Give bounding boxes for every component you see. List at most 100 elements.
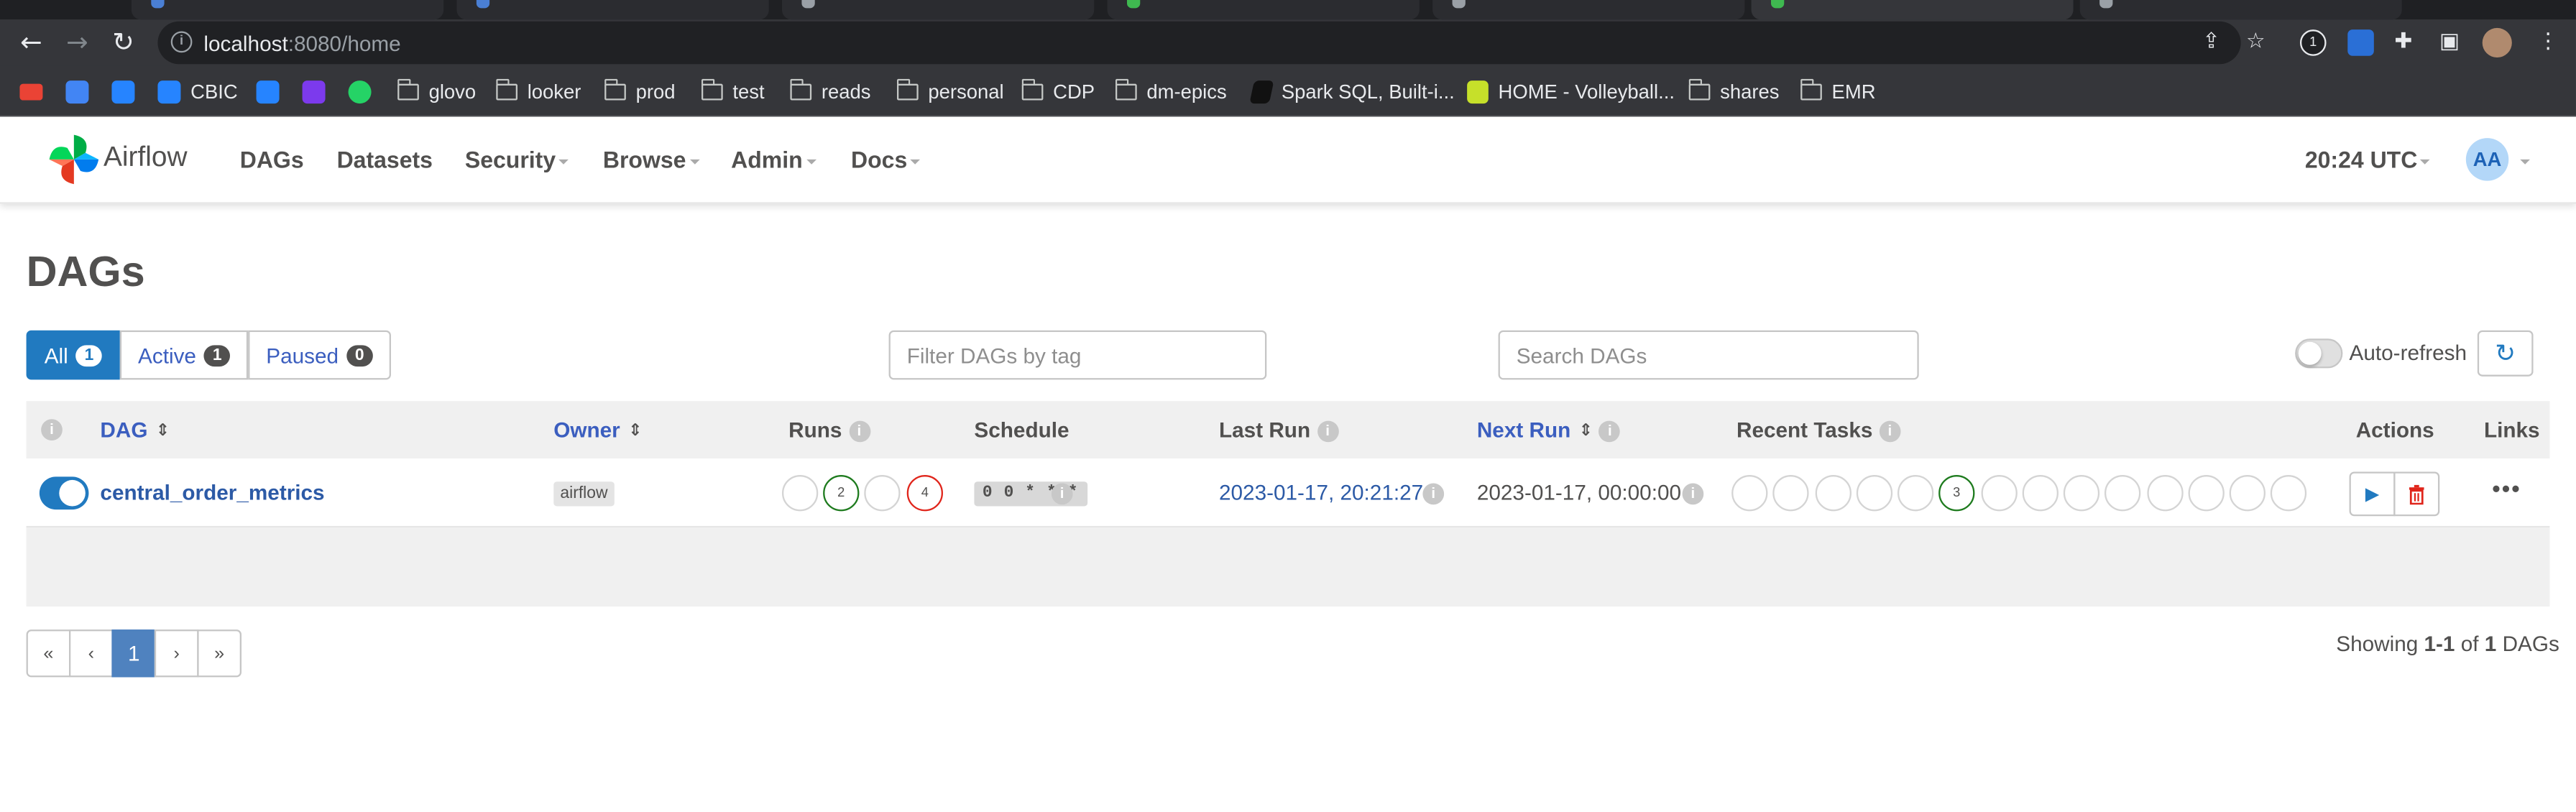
bookmark-folder-emr[interactable]: EMR xyxy=(1800,78,1876,103)
server-time[interactable]: 20:24 UTC xyxy=(2305,147,2431,172)
task-state-queued[interactable] xyxy=(1815,475,1852,512)
airflow-pinwheel-logo-icon[interactable] xyxy=(46,132,102,188)
page-prev-button[interactable]: ‹ xyxy=(68,629,114,678)
run-state-success[interactable]: 2 xyxy=(823,475,860,512)
nav-admin[interactable]: Admin xyxy=(731,147,816,172)
site-info-icon[interactable]: i xyxy=(170,31,193,53)
nav-docs[interactable]: Docs xyxy=(851,147,921,172)
browser-tab[interactable] xyxy=(1432,0,1745,20)
address-url[interactable]: localhost:8080/home xyxy=(203,31,400,55)
airflow-brand[interactable]: Airflow xyxy=(104,142,188,175)
bookmark-volleyball[interactable]: HOME - Volleyball... xyxy=(1467,79,1675,103)
chrome-menu-icon[interactable]: ⋮ xyxy=(2536,30,2559,54)
extension-bitwarden-icon[interactable] xyxy=(2347,29,2374,56)
browser-tab[interactable] xyxy=(781,0,1095,20)
filter-active-button[interactable]: Active 1 xyxy=(119,330,249,380)
last-run-link[interactable]: 2023-01-17, 20:21:27 xyxy=(1219,480,1423,504)
filter-all-button[interactable]: All 1 xyxy=(26,330,120,380)
task-state-restarting[interactable] xyxy=(1981,475,2018,512)
dag-pause-toggle[interactable] xyxy=(39,476,89,510)
page-last-button[interactable]: » xyxy=(197,629,242,678)
info-icon[interactable]: i xyxy=(1879,420,1901,443)
refresh-button[interactable]: ↻ xyxy=(2477,330,2534,377)
browser-tab[interactable] xyxy=(2079,0,2402,20)
info-icon[interactable]: i xyxy=(1599,420,1621,443)
bookmark-gmail[interactable] xyxy=(19,79,52,103)
column-header-next-run[interactable]: Next Run ⇕ i xyxy=(1477,417,1621,443)
reload-icon[interactable]: ↻ xyxy=(107,27,140,60)
bookmark-folder-prod[interactable]: prod xyxy=(604,78,675,103)
bookmark-jira[interactable] xyxy=(111,79,144,103)
dag-id-link[interactable]: central_order_metrics xyxy=(100,480,324,504)
bookmark-folder-personal[interactable]: personal xyxy=(896,78,1004,103)
run-state-running[interactable] xyxy=(864,475,901,512)
run-state-queued[interactable] xyxy=(781,475,819,512)
task-state-scheduled[interactable] xyxy=(1772,475,1809,512)
run-state-failed[interactable]: 4 xyxy=(906,475,943,512)
task-state-up-for-reschedule[interactable] xyxy=(2104,475,2141,512)
bookmark-confluence[interactable] xyxy=(256,79,290,103)
page-first-button[interactable]: « xyxy=(26,629,71,678)
info-icon[interactable]: i xyxy=(848,420,870,443)
nav-browse[interactable]: Browse xyxy=(603,147,699,172)
bookmark-spark-sql[interactable]: Spark SQL, Built-i... xyxy=(1249,79,1455,103)
extensions-puzzle-icon[interactable]: ✚ xyxy=(2392,30,2415,54)
page-next-button[interactable]: › xyxy=(154,629,199,678)
address-bar[interactable]: i localhost:8080/home ⇪ xyxy=(157,21,2241,65)
task-state-success[interactable]: 3 xyxy=(1938,475,1975,512)
task-state-removed[interactable] xyxy=(1731,475,1768,512)
delete-dag-button[interactable] xyxy=(2393,471,2440,517)
task-state-deferred[interactable] xyxy=(2229,475,2266,512)
task-state-skipped[interactable] xyxy=(2188,475,2225,512)
trigger-dag-button[interactable]: ▶ xyxy=(2349,471,2396,517)
user-menu-chevron-icon[interactable] xyxy=(2520,159,2530,165)
info-icon[interactable]: i xyxy=(1682,483,1704,505)
auto-refresh-toggle[interactable] xyxy=(2295,338,2343,369)
info-icon[interactable]: i xyxy=(1051,483,1073,505)
share-icon[interactable]: ⇪ xyxy=(2200,30,2223,54)
password-manager-icon[interactable]: 1 xyxy=(2299,29,2327,56)
nav-dags[interactable]: DAGs xyxy=(240,147,304,173)
bookmark-cbic[interactable]: CBIC xyxy=(157,79,238,103)
owner-badge[interactable]: airflow xyxy=(553,481,615,507)
nav-datasets[interactable]: Datasets xyxy=(337,147,433,173)
task-state-failed[interactable] xyxy=(2022,475,2058,512)
filter-paused-button[interactable]: Paused 0 xyxy=(248,330,391,380)
back-icon[interactable]: ← xyxy=(15,27,48,60)
bookmark-folder-test[interactable]: test xyxy=(701,78,765,103)
column-header-owner[interactable]: Owner ⇕ xyxy=(553,417,642,442)
browser-tab[interactable] xyxy=(456,0,769,20)
task-state-up-for-retry[interactable] xyxy=(2063,475,2100,512)
profile-avatar-icon[interactable] xyxy=(2482,27,2512,58)
info-icon[interactable]: i xyxy=(1422,483,1445,505)
play-icon: ▶ xyxy=(2365,483,2380,505)
side-panel-icon[interactable]: ▣ xyxy=(2438,30,2461,54)
browser-tab[interactable] xyxy=(131,0,444,20)
bookmark-folder-shares[interactable]: shares xyxy=(1688,78,1779,103)
forward-icon[interactable]: → xyxy=(61,27,94,60)
tag-filter-input[interactable] xyxy=(888,330,1267,380)
bookmark-star-icon[interactable]: ☆ xyxy=(2244,30,2267,54)
user-avatar[interactable]: AA xyxy=(2465,138,2509,181)
search-dags-input[interactable] xyxy=(1498,330,1919,380)
page-current-button[interactable]: 1 xyxy=(111,629,157,678)
info-icon[interactable]: i xyxy=(41,419,63,441)
bookmark-folder-cdp[interactable]: CDP xyxy=(1021,78,1095,103)
bookmark-folder-dm-epics[interactable]: dm-epics xyxy=(1115,78,1227,103)
bookmark-app[interactable] xyxy=(302,79,336,103)
task-state-running[interactable] xyxy=(1856,475,1893,512)
browser-tab-active[interactable] xyxy=(1751,0,2074,20)
links-more-icon[interactable]: ••• xyxy=(2492,475,2521,502)
column-header-dag[interactable]: DAG ⇕ xyxy=(100,417,170,442)
bookmark-whatsapp[interactable] xyxy=(348,79,382,103)
bookmark-calendar[interactable] xyxy=(65,79,98,103)
browser-tab[interactable] xyxy=(1107,0,1420,20)
info-icon[interactable]: i xyxy=(1317,420,1338,443)
bookmark-folder-looker[interactable]: looker xyxy=(496,78,581,103)
task-state-upstream-failed[interactable] xyxy=(2147,475,2184,512)
nav-security[interactable]: Security xyxy=(465,147,569,172)
task-state-shutdown[interactable] xyxy=(1897,475,1934,512)
bookmark-folder-reads[interactable]: reads xyxy=(790,78,870,103)
bookmark-folder-glovo[interactable]: glovo xyxy=(397,78,476,103)
task-state-none[interactable] xyxy=(2270,475,2307,512)
